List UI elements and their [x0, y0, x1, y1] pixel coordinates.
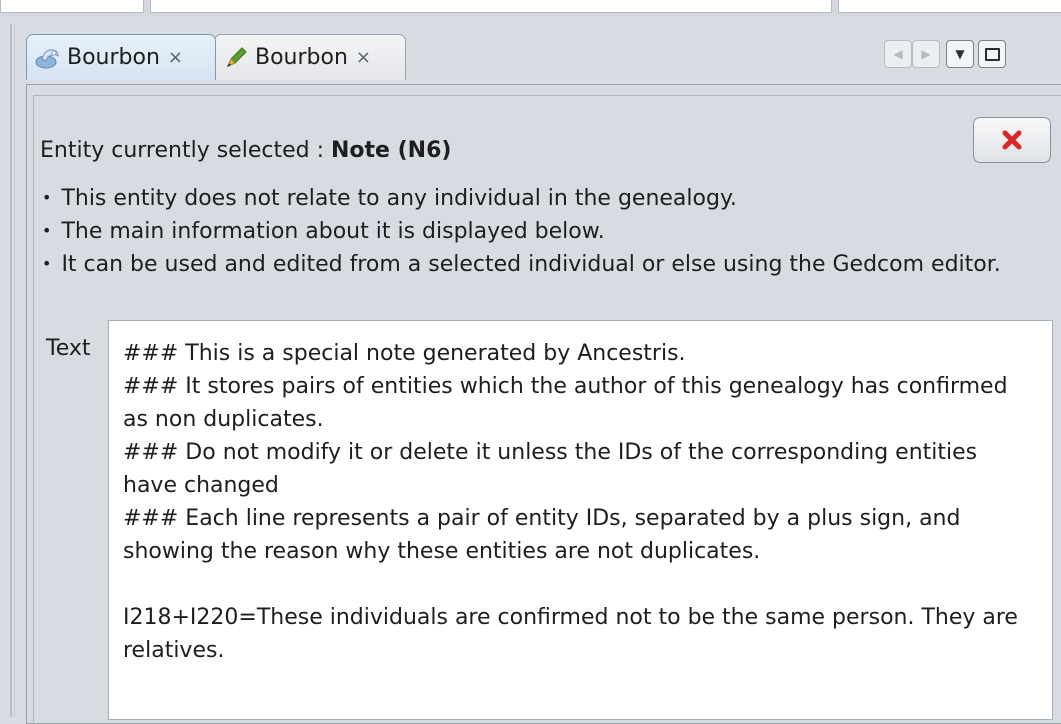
- tab-bourbon-genealogy[interactable]: Bourbon ×: [26, 34, 216, 80]
- maximize-icon: [984, 47, 1000, 61]
- maximize-button[interactable]: [978, 40, 1006, 68]
- tab-bourbon-editor[interactable]: Bourbon ×: [214, 34, 406, 80]
- genealogy-icon: [35, 45, 61, 71]
- info-bullet-list: This entity does not relate to any indiv…: [42, 182, 1001, 281]
- tab-list-dropdown-button[interactable]: ▼: [946, 40, 974, 68]
- top-field-center: [150, 0, 832, 13]
- delete-entity-button[interactable]: [973, 117, 1051, 163]
- text-field-label: Text: [46, 336, 91, 361]
- info-bullet: This entity does not relate to any indiv…: [42, 182, 1001, 215]
- tab-scroll-left-button[interactable]: ◀: [884, 40, 912, 68]
- tab-bar: Bourbon × Bourbon × ◀ ▶ ▼: [26, 30, 1061, 86]
- note-text-area[interactable]: ### This is a special note generated by …: [108, 320, 1053, 720]
- entity-selected-line: Entity currently selected : Note (N6): [40, 138, 451, 163]
- edit-pencil-icon: [223, 45, 249, 71]
- tab-scroll-right-button[interactable]: ▶: [912, 40, 940, 68]
- tab-label: Bourbon: [67, 45, 160, 70]
- close-icon[interactable]: ×: [168, 47, 183, 68]
- top-field-right: [838, 0, 1061, 13]
- chevron-down-icon: ▼: [955, 47, 965, 61]
- entity-prefix: Entity currently selected :: [40, 138, 331, 163]
- delete-x-icon: [1002, 130, 1022, 150]
- close-icon[interactable]: ×: [356, 47, 371, 68]
- left-splitter-shadow: [14, 24, 15, 717]
- top-field-left: [0, 0, 144, 13]
- info-bullet: It can be used and edited from a selecte…: [42, 248, 1000, 281]
- arrow-right-icon: ▶: [921, 47, 931, 61]
- left-splitter[interactable]: [10, 24, 12, 717]
- info-bullet: The main information about it is display…: [42, 215, 1001, 248]
- entity-name: Note (N6): [330, 138, 452, 163]
- tab-label: Bourbon: [255, 45, 348, 70]
- arrow-left-icon: ◀: [893, 47, 903, 61]
